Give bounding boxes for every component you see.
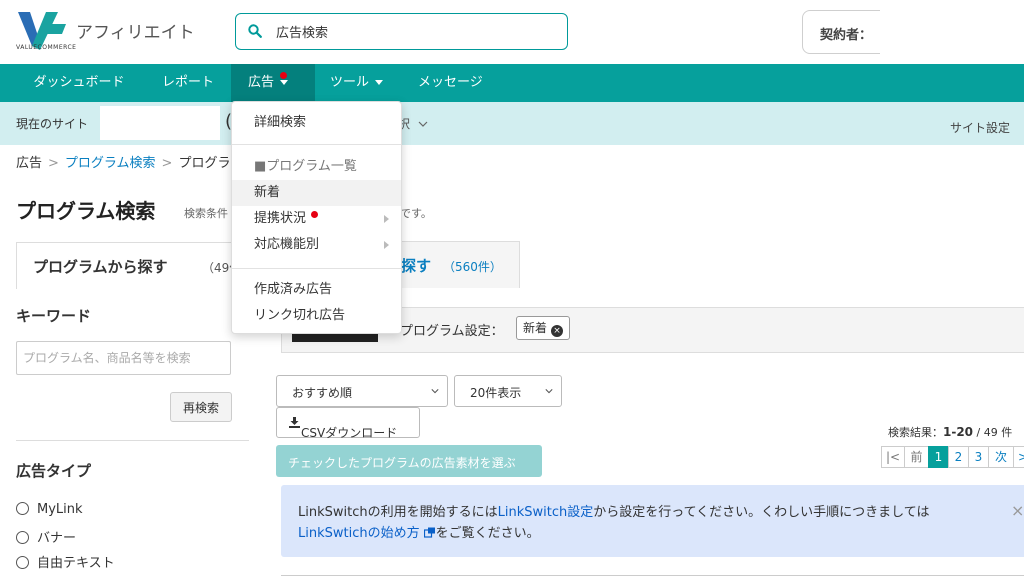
divider [16,440,249,441]
notice-dot [280,72,287,79]
pager-next[interactable]: 次 [988,446,1014,468]
notice-line-1: LinkSwitchの利用を開始するにはLinkSwitch設定から設定を行って… [298,505,930,520]
per-page-select[interactable]: 20件表示 [454,375,562,407]
result-count: 検索結果：1-20 / 49 件 [888,425,1013,439]
program-setting-label: プログラム設定： [400,324,504,339]
pager-page-3[interactable]: 3 [968,446,989,468]
chevron-right-icon [384,241,389,249]
table-top-border [281,575,1024,576]
pager-last[interactable]: > [1013,446,1024,468]
site-settings-link[interactable]: サイト設定 [950,119,1010,136]
keyword-heading: キーワード [16,307,92,325]
tab-program-search[interactable]: プログラムから探す （49件 [16,242,241,289]
ads-dropdown-menu: 詳細検索 ■プログラム一覧 新着 提携状況 対応機能別 作成済み広告 リンク切れ… [231,101,402,334]
csv-download-button[interactable]: CSVダウンロード [276,407,420,440]
chevron-down-icon [431,389,439,394]
site-bar: 現在のサイト ( 択 サイト設定 [0,102,1024,145]
pager-page-1[interactable]: 1 [928,446,949,468]
search-input[interactable] [276,20,556,42]
nav-messages[interactable]: メッセージ [418,64,498,102]
menu-detail-search[interactable]: 詳細検索 [232,110,401,136]
menu-divider [232,144,401,145]
brand-subtitle: VALUECOMMERCE [16,44,77,51]
contract-button[interactable]: 契約者： ( [802,10,892,54]
menu-divider [232,268,401,269]
menu-broken-link-ads[interactable]: リンク切れ広告 [232,303,401,329]
pager-first[interactable]: |< [881,446,905,468]
notice-dot [311,211,318,218]
download-icon [289,417,300,428]
menu-created-ads[interactable]: 作成済み広告 [232,277,401,303]
current-site-label: 現在のサイト [16,117,89,131]
radio-free-text[interactable]: 自由テキスト [16,552,115,571]
main-nav: ダッシュボード レポート 広告 ツール メッセージ [0,64,1024,102]
search-box[interactable] [235,13,568,50]
pager-page-2[interactable]: 2 [948,446,969,468]
breadcrumb-current: プログラ [178,156,231,171]
menu-by-feature[interactable]: 対応機能別 [232,232,401,258]
radio-mylink[interactable]: MyLink [16,502,83,517]
linkswitch-settings-link[interactable]: LinkSwitch設定 [498,505,594,520]
external-link-icon [423,527,435,538]
radio-banner[interactable]: バナー [16,527,76,546]
radio-circle-icon [16,502,29,515]
chevron-down-icon [418,121,428,127]
notice-line-2: LinkSwtichの始め方 をご覧ください。 [298,526,540,541]
pager-prev[interactable]: 前 [904,446,929,468]
keyword-input[interactable] [16,341,231,375]
chevron-down-icon [545,389,553,394]
menu-new[interactable]: 新着 [232,180,401,206]
filter-chip-new[interactable]: 新着 × [516,316,571,340]
chevron-down-icon [280,80,289,85]
nav-dashboard[interactable]: ダッシュボード [16,64,142,102]
linkswitch-notice: LinkSwitchの利用を開始するにはLinkSwitch設定から設定を行って… [281,485,1024,557]
header-right-blank [880,0,1024,62]
nav-tools[interactable]: ツール [330,64,400,102]
menu-partnership-status[interactable]: 提携状況 [232,206,401,232]
radio-circle-icon [16,531,29,544]
search-condition-note: 検索条件 [184,207,228,220]
re-search-button[interactable]: 再検索 [170,392,232,422]
current-site-field[interactable] [100,106,220,140]
site-select-toggle[interactable]: 択 [398,115,428,132]
breadcrumb-root[interactable]: 広告 [16,156,42,171]
choose-materials-button[interactable]: チェックしたプログラムの広告素材を選ぶ [276,445,542,477]
chevron-right-icon [384,215,389,223]
nav-ads[interactable]: 広告 [231,64,315,102]
sort-select[interactable]: おすすめ順 [276,375,448,407]
menu-program-list-heading: ■プログラム一覧 [254,159,357,174]
page-title: プログラム検索 [16,199,156,223]
close-icon[interactable]: × [551,325,564,337]
search-icon [248,24,262,38]
linkswitch-guide-link[interactable]: LinkSwtichの始め方 [298,526,436,541]
close-icon[interactable]: × [1011,501,1024,520]
radio-circle-icon [16,556,29,569]
ad-type-heading: 広告タイプ [16,462,92,480]
brand-title: アフィリエイト [76,23,195,43]
breadcrumb-program-search[interactable]: プログラム検索 [65,156,156,171]
breadcrumb: 広告 > プログラム検索 > プログラ [16,156,231,171]
chevron-down-icon [375,80,384,85]
contract-label: 契約者： [820,28,873,43]
search-condition-note-end: です。 [400,207,432,220]
nav-report[interactable]: レポート [146,64,230,102]
